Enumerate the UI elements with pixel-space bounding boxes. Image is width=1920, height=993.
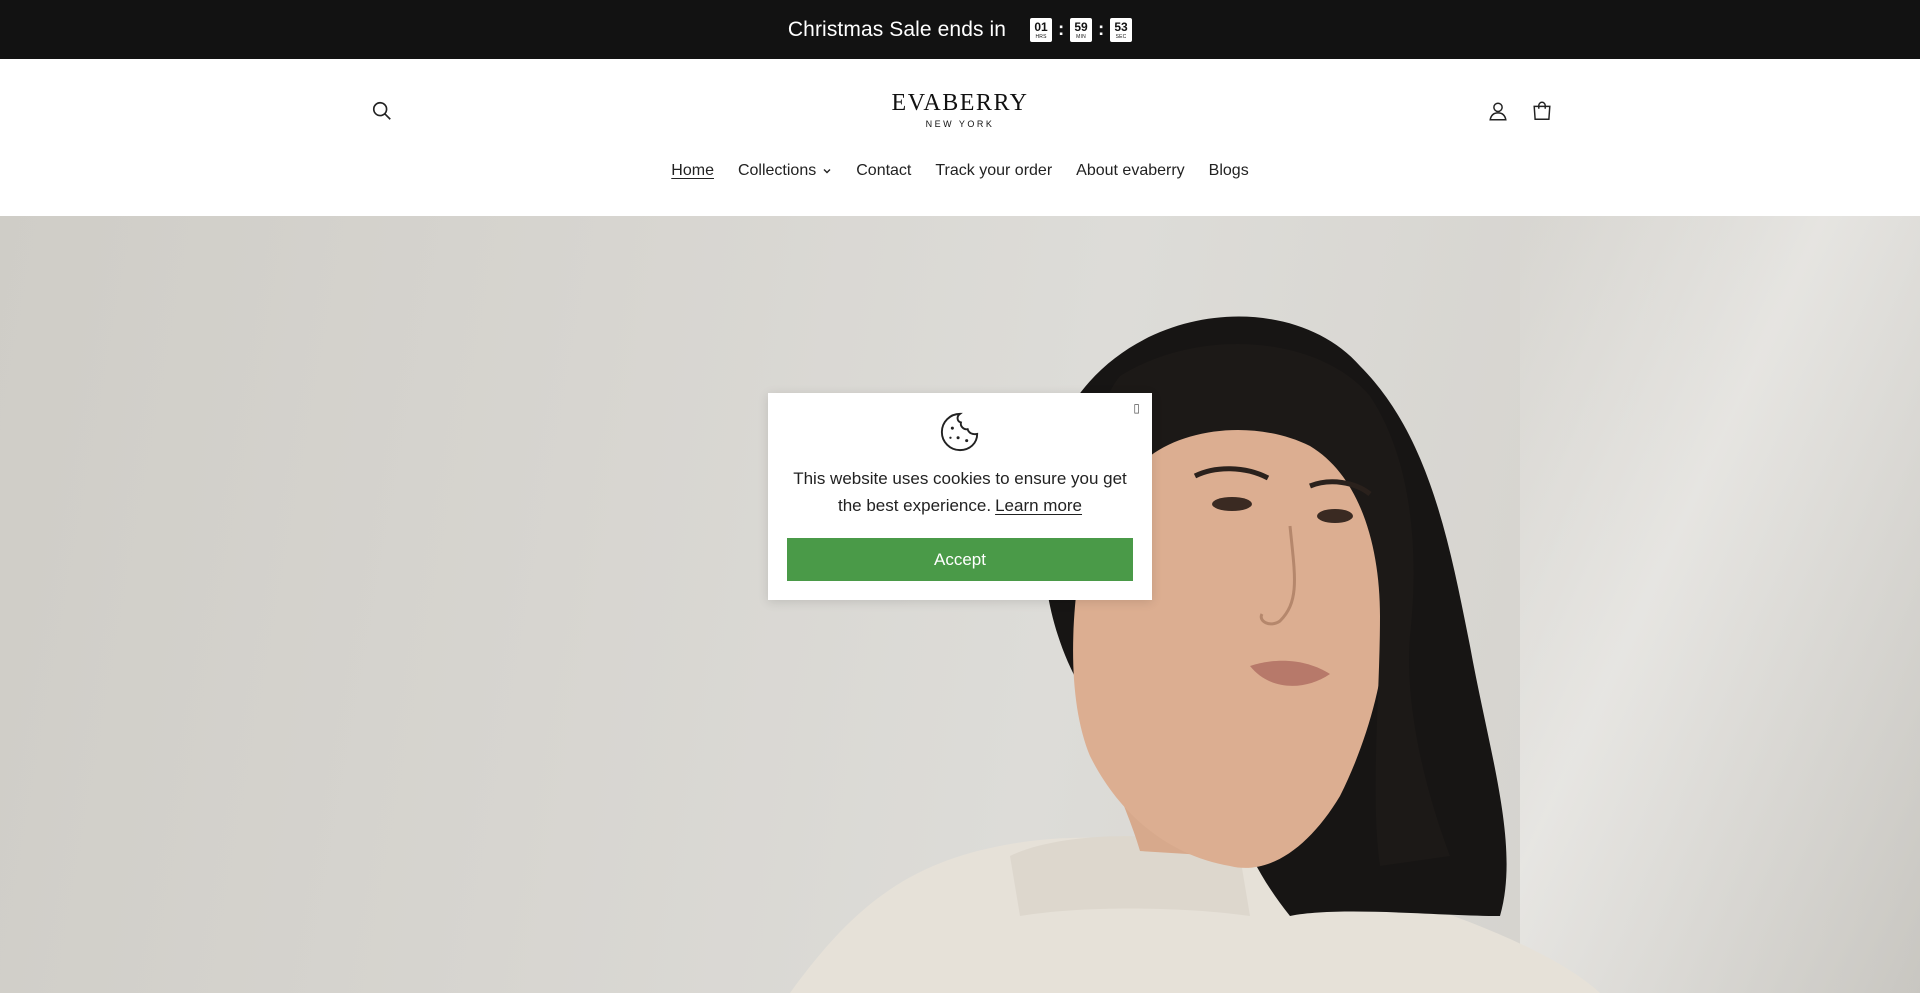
cookie-message: This website uses cookies to ensure you … xyxy=(788,465,1132,519)
hero-banner xyxy=(0,216,1920,993)
nav-track-order[interactable]: Track your order xyxy=(935,162,1052,180)
logo-tagline: NEW YORK xyxy=(925,119,995,129)
learn-more-link[interactable]: Learn more xyxy=(995,496,1082,515)
timer-hours-label: HRS xyxy=(1035,33,1047,40)
nav-about[interactable]: About evaberry xyxy=(1076,162,1185,180)
main-nav: Home Collections Contact Track your orde… xyxy=(0,162,1920,180)
chevron-down-icon xyxy=(823,169,831,174)
site-logo[interactable]: EVABERRY NEW YORK xyxy=(860,91,1060,129)
cart-button[interactable] xyxy=(1526,95,1558,127)
timer-minutes: 59 MIN xyxy=(1070,17,1093,42)
accept-cookies-button[interactable]: Accept xyxy=(787,538,1133,581)
nav-blogs[interactable]: Blogs xyxy=(1209,162,1249,180)
nav-about-label: About evaberry xyxy=(1076,162,1185,179)
nav-home[interactable]: Home xyxy=(671,162,714,180)
account-button[interactable] xyxy=(1482,95,1514,127)
timer-minutes-label: MIN xyxy=(1076,33,1086,40)
nav-blogs-label: Blogs xyxy=(1208,162,1249,179)
nav-track-order-label: Track your order xyxy=(935,162,1053,179)
cookie-consent-popup: ▯ This website uses cookies to ensure yo… xyxy=(768,393,1152,600)
timer-seconds: 53 SEC xyxy=(1110,17,1133,42)
close-icon[interactable]: ▯ xyxy=(1133,401,1140,415)
timer-minutes-value: 59 xyxy=(1074,19,1088,34)
timer-seconds-value: 53 xyxy=(1114,19,1128,34)
search-icon xyxy=(372,101,391,120)
nav-collections[interactable]: Collections xyxy=(738,162,832,180)
account-icon xyxy=(1489,102,1507,121)
announcement-text: Christmas Sale ends in xyxy=(787,17,1007,41)
hero-portrait-image xyxy=(790,316,1600,993)
timer-separator: : xyxy=(1098,19,1105,39)
site-header: EVABERRY NEW YORK Home Collections Conta… xyxy=(0,59,1920,216)
nav-contact-label: Contact xyxy=(856,162,912,179)
timer-hours: 01 HRS xyxy=(1030,17,1053,42)
nav-collections-label: Collections xyxy=(737,162,817,179)
timer-seconds-label: SEC xyxy=(1115,33,1127,40)
logo-name: EVABERRY xyxy=(891,90,1029,116)
countdown-timer: 01 HRS : 59 MIN : 53 SEC xyxy=(1030,17,1133,42)
cart-icon xyxy=(1533,101,1551,120)
nav-contact[interactable]: Contact xyxy=(856,162,911,180)
cookie-icon xyxy=(940,412,979,452)
nav-home-label: Home xyxy=(671,162,714,179)
timer-hours-value: 01 xyxy=(1034,19,1048,34)
announcement-bar: Christmas Sale ends in 01 HRS : 59 MIN :… xyxy=(0,0,1920,59)
search-button[interactable] xyxy=(366,95,398,127)
timer-separator: : xyxy=(1058,19,1065,39)
